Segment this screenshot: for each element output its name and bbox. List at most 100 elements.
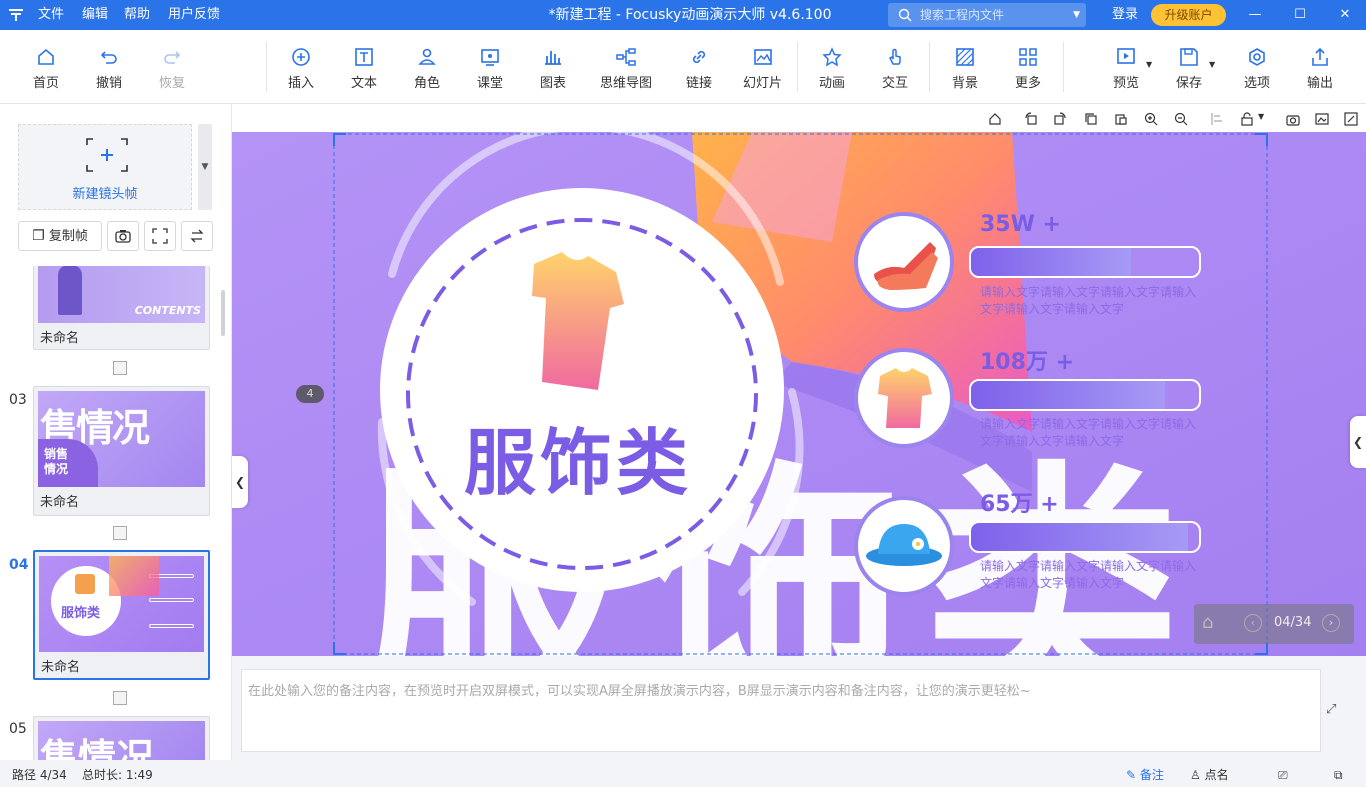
expand-panel-button[interactable]: ❮: [1350, 416, 1366, 468]
slide-item[interactable]: CONTENTS 未命名: [33, 266, 210, 350]
notes-toggle-label: 备注: [1139, 768, 1164, 782]
nav-home-icon[interactable]: ⌂: [1202, 612, 1213, 633]
close-icon[interactable]: ✕: [1330, 0, 1360, 30]
window-icon[interactable]: ⧉: [1334, 763, 1343, 787]
slide-thumbnail: 服饰类: [39, 556, 204, 652]
redo-label: 恢复: [158, 76, 185, 91]
mindmap-label: 思维导图: [599, 76, 652, 91]
menu-help[interactable]: 帮助: [124, 0, 150, 30]
progress-fill: [971, 381, 1165, 409]
lock-dropdown-icon[interactable]: ▼: [1258, 112, 1264, 121]
presentation-stage[interactable]: 服饰类 4 服饰类 35W + 请输入文字请输入文字请输入文字请输入文字请输入文: [232, 132, 1366, 656]
interact-button[interactable]: 交互: [875, 30, 915, 104]
transition-icon[interactable]: [113, 526, 127, 540]
rollcall-button[interactable]: ♙ 点名: [1190, 763, 1229, 787]
options-button[interactable]: 选项: [1237, 30, 1277, 104]
subtitle-icon[interactable]: ⎚: [1278, 763, 1288, 787]
new-frame-dropdown-icon[interactable]: ▼: [198, 124, 212, 210]
home-label: 首页: [32, 76, 59, 91]
background-icon: [956, 48, 974, 66]
toolbar-divider: [266, 42, 267, 92]
slide-item[interactable]: 售情况: [33, 716, 210, 760]
copy-frame-label: 复制帧: [48, 229, 88, 244]
menu-feedback[interactable]: 用户反馈: [168, 0, 220, 30]
zoom-out-icon[interactable]: [1174, 112, 1188, 126]
gear-icon: [1249, 48, 1265, 66]
search-input[interactable]: 搜索工程内文件 ▼: [888, 3, 1086, 27]
redo-icon: [164, 51, 181, 64]
snapshot-button[interactable]: [107, 221, 139, 251]
collapse-sidebar-button[interactable]: ❮: [232, 456, 248, 508]
paste-icon[interactable]: [1114, 112, 1128, 126]
sidebar-scrollbar[interactable]: [221, 290, 225, 336]
maximize-icon[interactable]: ☐: [1285, 0, 1315, 30]
save-dropdown-icon[interactable]: ▼: [1209, 60, 1215, 69]
chevron-down-icon[interactable]: ▼: [1073, 3, 1080, 27]
camera-icon[interactable]: [1286, 112, 1300, 126]
crop-icon: [152, 228, 168, 244]
progress-bar-2: [969, 379, 1201, 411]
slide-number: 04: [9, 557, 29, 573]
slide-item-active[interactable]: 服饰类 未命名: [33, 550, 210, 680]
camera-icon: [115, 230, 131, 243]
role-button[interactable]: 角色: [407, 30, 447, 104]
transition-icon[interactable]: [113, 691, 127, 705]
notes-input[interactable]: 在此处输入您的备注内容，在预览时开启双屏模式，可以实现A屏全屏播放演示内容，B屏…: [241, 669, 1321, 752]
copy-frame-button[interactable]: ❐ 复制帧: [18, 221, 102, 251]
redo-button[interactable]: 恢复: [152, 30, 192, 104]
lesson-label: 课堂: [476, 76, 503, 91]
grid-icon: [1019, 48, 1037, 66]
image-edit-icon[interactable]: [1315, 112, 1329, 126]
upgrade-button[interactable]: 升级账户: [1151, 4, 1226, 26]
background-label: 背景: [951, 76, 978, 91]
transition-icon[interactable]: [113, 361, 127, 375]
nav-prev-icon[interactable]: ‹: [1244, 614, 1262, 632]
expand-notes-icon[interactable]: ⤢: [1326, 702, 1342, 718]
center-title: 服饰类: [464, 421, 693, 505]
fit-frame-button[interactable]: [144, 221, 176, 251]
login-link[interactable]: 登录: [1112, 0, 1138, 30]
home-view-icon[interactable]: [988, 112, 1002, 126]
notes-toggle[interactable]: ✎ 备注: [1126, 763, 1164, 787]
mindmap-button[interactable]: 思维导图: [596, 30, 656, 104]
text-button[interactable]: 文本: [344, 30, 384, 104]
home-button[interactable]: 首页: [26, 30, 66, 104]
background-button[interactable]: 背景: [945, 30, 985, 104]
rotate-right-icon[interactable]: [1053, 112, 1067, 126]
slide-item[interactable]: 售情况 销售情况 未命名: [33, 386, 210, 516]
swap-frame-button[interactable]: [181, 221, 213, 251]
chart-button[interactable]: 图表: [533, 30, 573, 104]
frame-number-badge: 4: [296, 385, 324, 403]
frame-sidebar: 新建镜头帧 ▼ ❐ 复制帧 CONTENTS 未命名 03 售情况 销售情况 未…: [0, 104, 232, 760]
export-button[interactable]: 输出: [1300, 30, 1340, 104]
preview-dropdown-icon[interactable]: ▼: [1146, 60, 1152, 69]
link-button[interactable]: 链接: [679, 30, 719, 104]
settings-icon[interactable]: [1344, 112, 1358, 126]
person-icon: ♙: [1190, 768, 1201, 782]
preview-label: 预览: [1112, 76, 1139, 91]
zoom-in-icon[interactable]: [1144, 112, 1158, 126]
rotate-left-icon[interactable]: [1024, 112, 1038, 126]
slide-thumb-bars: [149, 624, 194, 628]
new-frame-button[interactable]: 新建镜头帧: [18, 124, 192, 210]
more-button[interactable]: 更多: [1008, 30, 1048, 104]
menu-file[interactable]: 文件: [38, 0, 64, 30]
minimize-icon[interactable]: —: [1240, 0, 1270, 30]
illustration-icon: [58, 266, 82, 315]
menu-edit[interactable]: 编辑: [82, 0, 108, 30]
slides-button[interactable]: 幻灯片: [740, 30, 785, 104]
star-icon: [822, 47, 842, 67]
save-label: 保存: [1175, 76, 1202, 91]
save-button[interactable]: 保存: [1169, 30, 1209, 104]
preview-button[interactable]: 预览: [1106, 30, 1146, 104]
shoes-icon: [868, 234, 940, 290]
lesson-button[interactable]: 课堂: [470, 30, 510, 104]
options-label: 选项: [1243, 76, 1270, 91]
animation-button[interactable]: 动画: [812, 30, 852, 104]
align-icon[interactable]: [1210, 112, 1224, 126]
unlock-icon[interactable]: [1240, 112, 1254, 126]
insert-button[interactable]: 插入: [281, 30, 321, 104]
undo-button[interactable]: 撤销: [89, 30, 129, 104]
nav-next-icon[interactable]: ›: [1322, 614, 1340, 632]
copy-icon[interactable]: [1084, 112, 1098, 126]
